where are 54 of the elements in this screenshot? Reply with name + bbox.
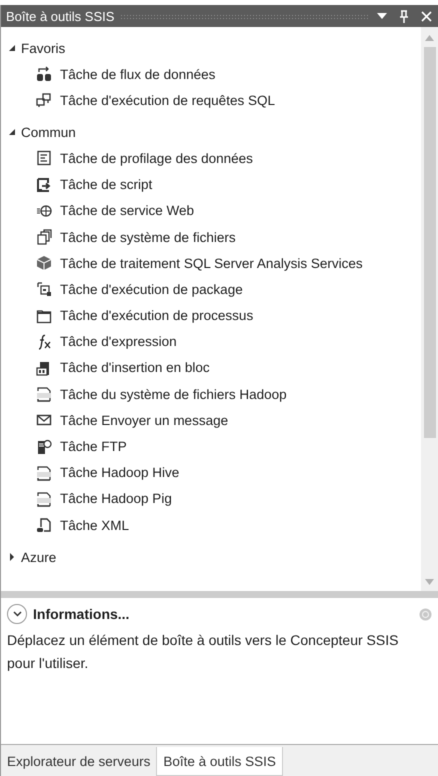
scroll-up-icon[interactable] [425,35,434,41]
server-icon [36,438,52,455]
pin-icon [399,10,409,22]
info-text: Déplacez un élément de boîte à outils vers le Concepteur SSIS pour l'utiliser. [7,631,400,673]
tab[interactable]: Boîte à outils SSIS [156,747,283,776]
function-icon [36,334,52,350]
toolbox-item[interactable]: Tâche Hadoop Pig [60,491,172,506]
info-title: Informations... [33,606,130,622]
toolbox-item[interactable]: Tâche de script [60,177,152,192]
hadoop-icon [36,386,52,402]
database-icon [36,360,52,376]
toolbox-item[interactable]: Tâche de service Web [60,203,194,218]
xml-icon [36,517,52,534]
folder-icon [36,308,52,324]
help-icon[interactable] [419,608,432,620]
hadoop-icon [36,464,52,481]
package-icon [36,281,52,298]
toolbox-item[interactable]: Tâche Envoyer un message [60,412,228,428]
hadoop-icon [36,490,52,507]
globe-icon [36,202,52,219]
group-label: Azure [21,550,56,565]
toolbox-item[interactable]: Tâche de flux de données [60,66,216,82]
toolbox-item[interactable]: Tâche d'expression [60,334,177,350]
scroll-thumb[interactable] [424,47,436,438]
group-header[interactable]: Azure [1,544,421,570]
scroll-down-icon[interactable] [425,579,434,585]
toolbox-item[interactable]: Tâche Hadoop Hive [60,465,180,480]
script-icon [36,176,52,193]
toolbox-item[interactable]: Tâche d'exécution de requêtes SQL [60,92,275,108]
windows-icon [36,92,52,108]
window-title: Boîte à outils SSIS [6,8,114,24]
group-header[interactable]: Favoris [1,35,421,61]
toolbox-item[interactable]: Tâche XML [60,518,130,533]
cylinders-icon [36,66,52,82]
splitter-bar[interactable] [1,591,438,598]
document-icon [36,150,52,166]
cube-icon [36,255,52,272]
chevron-icon [12,611,22,617]
toolbox-item[interactable]: Tâche d'exécution de processus [60,308,254,324]
toolbox-item[interactable]: Tâche de profilage des données [60,150,253,166]
scrollbar[interactable] [421,27,438,591]
toolbox-item[interactable]: Tâche de traitement SQL Server Analysis Services [60,256,363,271]
toolbox-item[interactable]: Tâche du système de fichiers Hadoop [60,386,287,402]
collapse-button[interactable] [7,604,27,624]
toolbox-item[interactable]: Tâche de système de fichiers [60,230,236,245]
group-label: Favoris [21,40,66,56]
caret-icon [377,13,387,19]
toolbox-item[interactable]: Tâche d'exécution de package [60,282,243,297]
group-label: Commun [21,124,76,140]
group-header[interactable]: Commun [1,119,421,146]
close-icon [420,10,432,22]
files-icon [36,229,52,246]
toolbox-item[interactable]: Tâche FTP [60,439,127,454]
toolbox-item[interactable]: Tâche d'insertion en bloc [60,360,210,376]
